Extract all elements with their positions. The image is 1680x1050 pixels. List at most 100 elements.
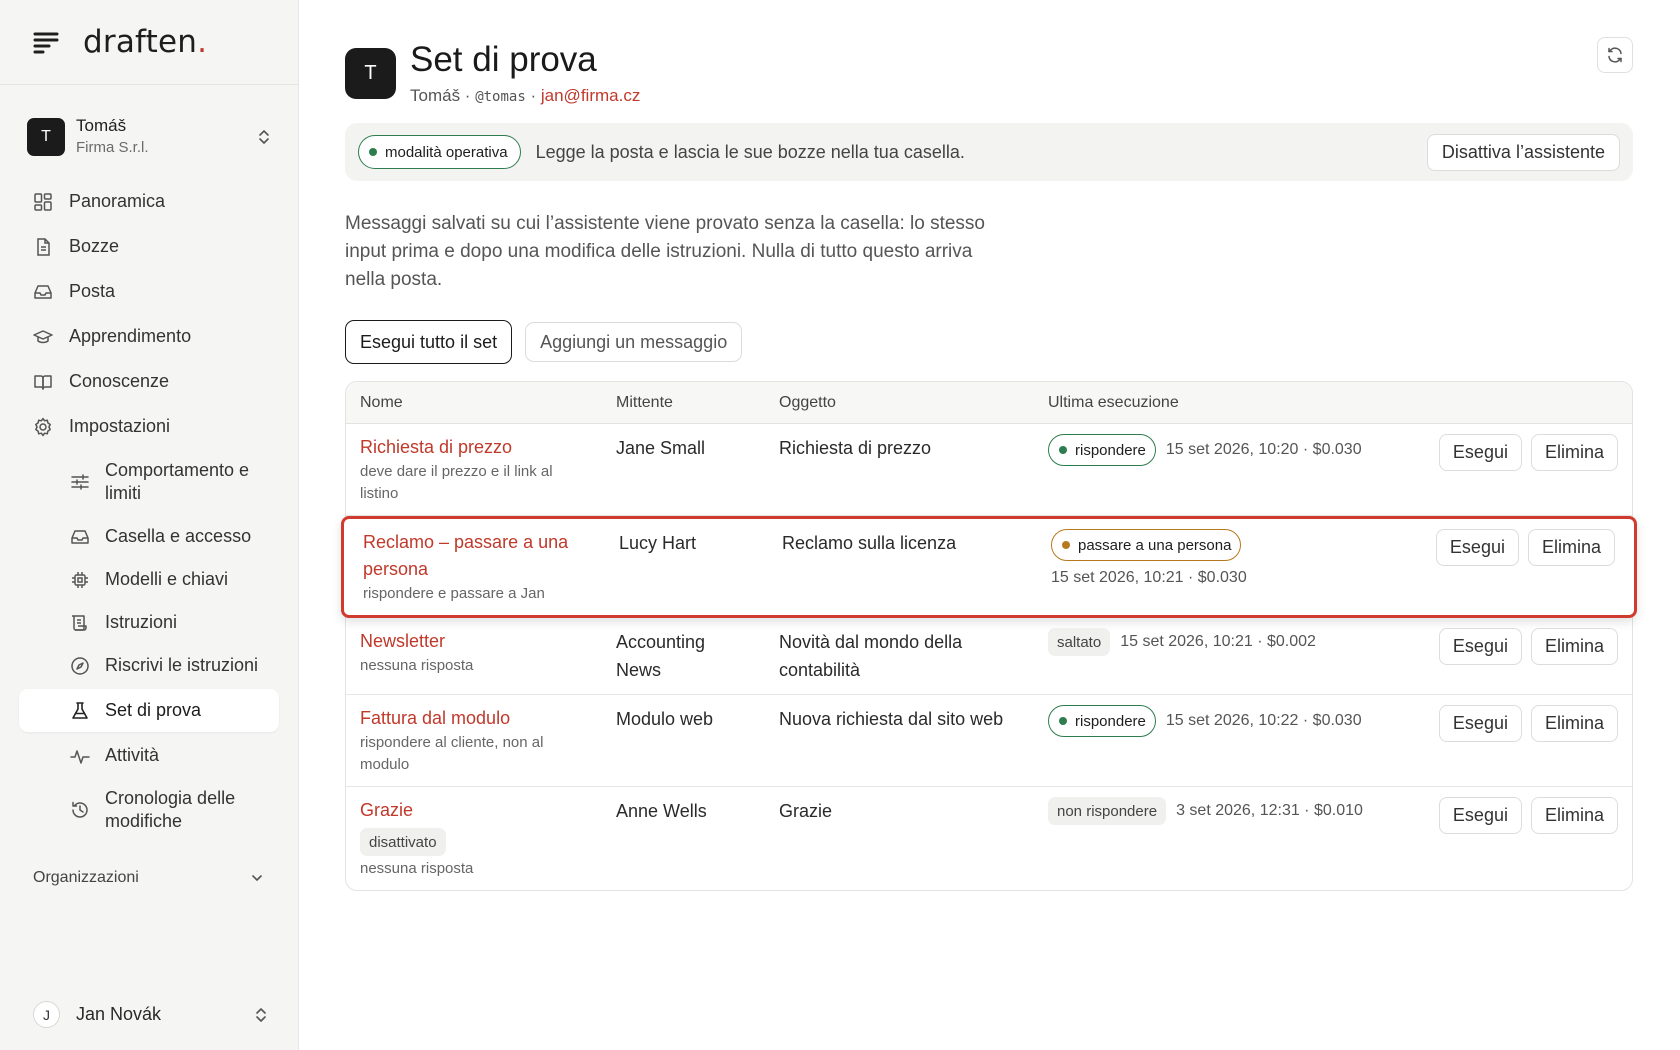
- delete-button[interactable]: Elimina: [1527, 529, 1615, 566]
- run-meta: 3 set 2026, 12:31 · $0.010: [1176, 802, 1363, 819]
- subnav-item-testset[interactable]: Set di prova: [19, 689, 279, 732]
- nav-label: Panoramica: [69, 191, 166, 211]
- subnav-label: Riscrivi le istruzioni: [105, 655, 259, 675]
- subnav-item-models[interactable]: Modelli e chiavi: [0, 558, 298, 601]
- table-header: Nome Mittente Oggetto Ultima esecuzione: [346, 382, 1632, 424]
- organizations-toggle[interactable]: Organizzazioni: [0, 863, 298, 893]
- user-menu[interactable]: J Jan Novák: [33, 1001, 269, 1028]
- row-note: deve dare il prezzo e il link al listino: [360, 463, 553, 502]
- inbox-icon: [70, 527, 90, 547]
- row-name-link[interactable]: Newsletter: [360, 628, 616, 655]
- run-button[interactable]: Esegui: [1438, 628, 1522, 665]
- header-email-link[interactable]: jan@firma.cz: [541, 86, 640, 105]
- main-content: T Set di prova Tomáš · @tomas · jan@firm…: [299, 0, 1680, 1050]
- brand-logo[interactable]: draften.: [83, 24, 207, 60]
- nav-item-mail[interactable]: Posta: [0, 269, 298, 314]
- row-last-run: passare a una persona 15 set 2026, 10:21…: [1051, 529, 1423, 587]
- delete-button[interactable]: Elimina: [1530, 434, 1618, 471]
- sidebar: draften. T Tomáš Firma S.r.l. Panoramica…: [0, 0, 299, 1050]
- history-icon: [70, 800, 90, 820]
- table-row: Richiesta di prezzo deve dare il prezzo …: [346, 424, 1632, 516]
- account-org: Firma S.r.l.: [76, 139, 149, 156]
- subnav-label: Attività: [105, 745, 160, 765]
- refresh-button[interactable]: [1597, 37, 1633, 73]
- main-nav: Panoramica Bozze Posta Apprendimento Con…: [0, 179, 298, 843]
- brand-bar: draften.: [0, 0, 298, 85]
- run-meta: 15 set 2026, 10:20 · $0.030: [1165, 441, 1362, 458]
- nav-label: Conoscenze: [69, 371, 170, 391]
- test-set-table: Nome Mittente Oggetto Ultima esecuzione …: [341, 381, 1637, 891]
- row-note: nessuna risposta: [360, 657, 474, 674]
- user-avatar: J: [33, 1001, 60, 1028]
- menu-icon[interactable]: [33, 29, 59, 55]
- subnav-item-behavior[interactable]: Comportamento e limiti: [0, 449, 298, 515]
- run-button[interactable]: Esegui: [1435, 529, 1519, 566]
- run-button[interactable]: Esegui: [1438, 705, 1522, 742]
- nav-item-settings[interactable]: Impostazioni: [0, 404, 298, 449]
- book-open-icon: [33, 372, 53, 392]
- delete-button[interactable]: Elimina: [1530, 797, 1618, 834]
- delete-button[interactable]: Elimina: [1530, 705, 1618, 742]
- nav-label: Bozze: [69, 236, 120, 256]
- row-subject: Novità dal mondo della contabilità: [779, 632, 963, 680]
- nav-item-knowledge[interactable]: Conoscenze: [0, 359, 298, 404]
- subnav-item-mailbox[interactable]: Casella e accesso: [0, 515, 298, 558]
- scroll-icon: [70, 613, 90, 633]
- account-switcher[interactable]: T Tomáš Firma S.r.l.: [27, 115, 272, 159]
- header-name: Tomáš: [410, 86, 461, 105]
- row-name-link[interactable]: Reclamo – passare a una persona: [363, 529, 583, 583]
- subnav-label: Cronologia delle modifiche: [105, 788, 236, 831]
- subnav-item-instructions[interactable]: Istruzioni: [0, 601, 298, 644]
- nav-label: Posta: [69, 281, 116, 301]
- delete-button[interactable]: Elimina: [1530, 628, 1618, 665]
- row-last-run: rispondere 15 set 2026, 10:20 · $0.030: [1048, 434, 1420, 466]
- flask-icon: [70, 701, 90, 721]
- graduation-cap-icon: [33, 327, 53, 347]
- user-name: Jan Novák: [76, 1004, 162, 1024]
- activity-pulse-icon: [70, 746, 90, 766]
- deactivate-assistant-button[interactable]: Disattiva l’assistente: [1426, 133, 1620, 171]
- run-meta: 15 set 2026, 10:21 · $0.002: [1120, 633, 1316, 650]
- account-avatar: T: [27, 118, 65, 156]
- table-row: Grazie disattivato nessuna risposta Anne…: [346, 787, 1632, 890]
- row-subject: Nuova richiesta dal sito web: [779, 709, 1004, 729]
- run-button[interactable]: Esegui: [1438, 797, 1522, 834]
- document-icon: [33, 237, 53, 257]
- run-meta: 15 set 2026, 10:22 · $0.030: [1165, 712, 1362, 729]
- mode-pill-label: modalità operativa: [385, 143, 508, 161]
- run-all-button[interactable]: Esegui tutto il set: [345, 320, 513, 364]
- dashboard-icon: [33, 192, 53, 212]
- row-last-run: rispondere 15 set 2026, 10:22 · $0.030: [1048, 705, 1420, 737]
- nav-item-drafts[interactable]: Bozze: [0, 224, 298, 269]
- row-sender: Jane Small: [616, 438, 706, 458]
- status-dot: [369, 148, 377, 156]
- row-subject: Richiesta di prezzo: [779, 438, 932, 458]
- column-header-sender: Mittente: [616, 393, 673, 411]
- sliders-icon: [70, 472, 90, 492]
- row-name-link[interactable]: Grazie: [360, 797, 616, 824]
- subnav-label: Set di prova: [105, 700, 202, 720]
- page-title: Set di prova: [410, 40, 597, 79]
- run-button[interactable]: Esegui: [1438, 434, 1522, 471]
- table-row: Newsletter nessuna risposta Accounting N…: [346, 618, 1632, 695]
- subnav-label: Istruzioni: [105, 612, 178, 632]
- subnav-item-activity[interactable]: Attività: [0, 734, 298, 777]
- result-badge: saltato: [1048, 628, 1111, 656]
- add-message-button[interactable]: Aggiungi un messaggio: [525, 322, 743, 362]
- chevron-down-icon: [250, 871, 264, 885]
- subnav-label: Comportamento e limiti: [105, 460, 250, 503]
- nav-label: Apprendimento: [69, 326, 192, 346]
- compass-icon: [70, 656, 90, 676]
- row-name-link[interactable]: Fattura dal modulo: [360, 705, 616, 732]
- subnav-item-history[interactable]: Cronologia delle modifiche: [0, 777, 298, 843]
- organizations-label: Organizzazioni: [33, 869, 139, 886]
- mode-bar: modalità operativa Legge la posta e lasc…: [345, 123, 1633, 181]
- nav-item-overview[interactable]: Panoramica: [0, 179, 298, 224]
- row-name-link[interactable]: Richiesta di prezzo: [360, 434, 616, 461]
- page-header: T Set di prova Tomáš · @tomas · jan@firm…: [345, 40, 1680, 106]
- nav-item-learning[interactable]: Apprendimento: [0, 314, 298, 359]
- subnav-item-rewrite[interactable]: Riscrivi le istruzioni: [0, 644, 298, 687]
- row-sender: Anne Wells: [616, 801, 707, 821]
- column-header-subject: Oggetto: [779, 393, 836, 411]
- column-header-last-run: Ultima esecuzione: [1048, 393, 1179, 411]
